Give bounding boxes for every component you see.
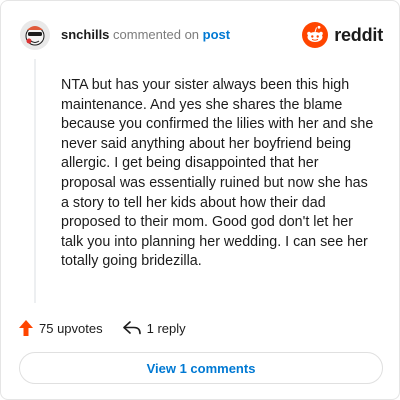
reply-count: 1 reply <box>146 320 186 336</box>
reddit-wordmark: reddit <box>334 24 383 45</box>
comment-body: NTA but has your sister always been this… <box>61 77 374 270</box>
upvote-count: 75 upvotes <box>39 320 103 336</box>
reply-arrow-icon <box>122 321 141 335</box>
username[interactable]: snchills <box>61 27 109 42</box>
avatar[interactable] <box>19 19 51 51</box>
user-avatar-icon <box>20 20 50 50</box>
reddit-snoo-icon <box>302 22 329 48</box>
action-text: commented on <box>113 27 200 42</box>
post-link[interactable]: post <box>203 27 230 42</box>
comment-actions: 75 upvotes 1 reply <box>19 316 186 340</box>
view-comments-button[interactable]: View 1 comments <box>19 352 383 384</box>
comment-header: snchills commented on post reddit <box>19 19 383 51</box>
thread-line <box>34 59 36 303</box>
comment-card: snchills commented on post reddit NTA bu… <box>0 0 400 400</box>
upvote-arrow-icon <box>19 320 33 336</box>
comment-meta: snchills commented on post <box>61 27 230 42</box>
upvote-button[interactable]: 75 upvotes <box>19 320 103 336</box>
reply-button[interactable]: 1 reply <box>122 320 186 336</box>
reddit-logo[interactable]: reddit <box>302 19 383 51</box>
